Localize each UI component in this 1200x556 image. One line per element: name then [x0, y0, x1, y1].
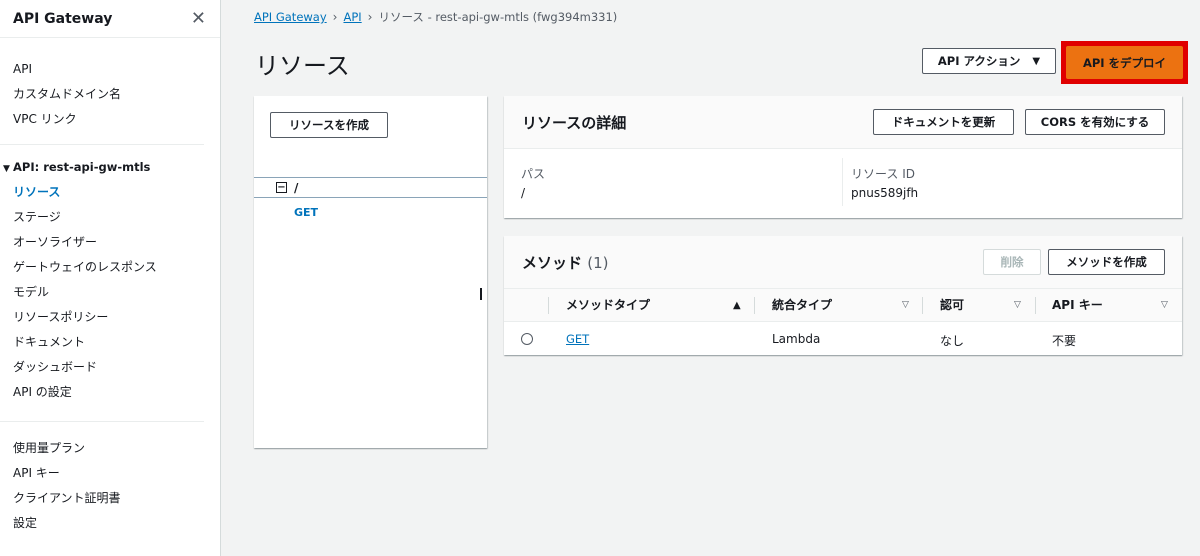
sidebar-item-authorizers[interactable]: オーソライザー	[0, 230, 220, 255]
update-documentation-button[interactable]: ドキュメントを更新	[873, 109, 1014, 135]
page-title: リソース	[255, 52, 350, 80]
panel-resize-handle[interactable]	[480, 288, 482, 300]
resource-details-panel: リソースの詳細 ドキュメントを更新 CORS を有効にする パス / リソース …	[504, 96, 1182, 218]
deploy-api-button[interactable]: API をデプロイ	[1066, 46, 1183, 79]
create-method-button[interactable]: メソッドを作成	[1048, 249, 1165, 275]
create-method-label: メソッドを作成	[1066, 255, 1147, 269]
enable-cors-label: CORS を有効にする	[1040, 115, 1150, 129]
breadcrumb-api[interactable]: API	[343, 10, 361, 24]
sort-icon[interactable]: ▽	[1161, 289, 1168, 322]
path-label: パス	[521, 167, 546, 181]
deploy-highlight: API をデプロイ	[1061, 41, 1188, 84]
caret-down-icon: ▼	[3, 164, 10, 174]
method-get-link[interactable]: GET	[566, 332, 589, 346]
resource-id-label: リソース ID	[851, 167, 915, 181]
caret-down-icon: ▼	[1032, 55, 1041, 67]
chevron-right-icon: ›	[367, 10, 373, 24]
tree-root-path: /	[294, 180, 299, 195]
sidebar-item-api-keys[interactable]: API キー	[0, 461, 220, 486]
sidebar-item-custom-domain[interactable]: カスタムドメイン名	[0, 82, 220, 107]
delete-method-label: 削除	[1000, 255, 1024, 269]
column-divider	[922, 297, 923, 314]
breadcrumb-api-gateway[interactable]: API Gateway	[254, 10, 327, 24]
sidebar-title[interactable]: API Gateway	[13, 11, 112, 27]
sidebar-item-settings[interactable]: 設定	[0, 511, 220, 536]
side-navigation: API Gateway ✕ API カスタムドメイン名 VPC リンク ▼ API…	[0, 0, 221, 556]
methods-table-header: メソッドタイプ ▲ 統合タイプ ▽ 認可 ▽ API キー ▽	[504, 289, 1182, 322]
delete-method-button[interactable]: 削除	[983, 249, 1041, 275]
api-key-cell: 不要	[1052, 334, 1077, 348]
tree-method-get[interactable]: GET	[294, 206, 318, 219]
methods-title-label: メソッド	[522, 254, 583, 272]
column-header-integration-type[interactable]: 統合タイプ	[772, 289, 832, 322]
column-divider	[548, 297, 549, 314]
column-header-method-type[interactable]: メソッドタイプ	[566, 289, 650, 322]
details-title: リソースの詳細	[522, 114, 627, 132]
chevron-right-icon: ›	[332, 10, 338, 24]
sidebar-item-documentation[interactable]: ドキュメント	[0, 330, 220, 355]
methods-title: メソッド (1)	[522, 252, 609, 273]
methods-count: (1)	[587, 254, 609, 272]
path-value: /	[521, 186, 526, 200]
close-icon[interactable]: ✕	[191, 8, 206, 29]
sidebar-api-section-label: API: rest-api-gw-mtls	[13, 160, 151, 174]
breadcrumb: API Gateway › API › リソース - rest-api-gw-m…	[254, 9, 617, 25]
sidebar-item-stages[interactable]: ステージ	[0, 205, 220, 230]
integration-type-cell: Lambda	[772, 332, 821, 346]
column-divider	[1035, 297, 1036, 314]
sort-icon[interactable]: ▽	[902, 289, 909, 322]
sidebar-item-resource-policy[interactable]: リソースポリシー	[0, 305, 220, 330]
method-row-radio[interactable]	[521, 333, 533, 345]
sidebar-item-api[interactable]: API	[0, 57, 220, 82]
sort-ascending-icon[interactable]: ▲	[733, 289, 741, 322]
sidebar-header: API Gateway ✕	[0, 0, 220, 38]
enable-cors-button[interactable]: CORS を有効にする	[1025, 109, 1165, 135]
sidebar-item-api-settings[interactable]: API の設定	[0, 380, 220, 405]
sidebar-item-dashboard[interactable]: ダッシュボード	[0, 355, 220, 380]
create-resource-button[interactable]: リソースを作成	[270, 112, 388, 138]
create-resource-label: リソースを作成	[289, 118, 369, 132]
details-header: リソースの詳細 ドキュメントを更新 CORS を有効にする	[504, 96, 1182, 149]
column-divider	[754, 297, 755, 314]
sort-icon[interactable]: ▽	[1014, 289, 1021, 322]
methods-panel: メソッド (1) 削除 メソッドを作成 メソッドタイプ ▲ 統合タイプ ▽ 認可…	[504, 236, 1182, 355]
api-actions-button[interactable]: API アクション ▼	[922, 48, 1056, 74]
methods-header: メソッド (1) 削除 メソッドを作成	[504, 236, 1182, 289]
sidebar-api-section[interactable]: ▼ API: rest-api-gw-mtls	[0, 155, 220, 180]
sidebar-item-client-certificates[interactable]: クライアント証明書	[0, 486, 220, 511]
api-actions-label: API アクション	[937, 54, 1021, 68]
collapse-icon[interactable]: −	[276, 182, 287, 193]
deploy-api-label: API をデプロイ	[1082, 55, 1167, 70]
column-header-authorization[interactable]: 認可	[940, 289, 964, 322]
resource-tree-panel: リソースを作成 − / GET	[254, 96, 487, 448]
sidebar-item-models[interactable]: モデル	[0, 280, 220, 305]
sidebar-item-resources[interactable]: リソース	[0, 180, 220, 205]
column-header-api-key[interactable]: API キー	[1052, 289, 1103, 322]
breadcrumb-current: リソース - rest-api-gw-mtls (fwg394m331)	[378, 10, 618, 24]
tree-root-resource[interactable]: − /	[254, 177, 487, 198]
sidebar-item-gateway-responses[interactable]: ゲートウェイのレスポンス	[0, 255, 220, 280]
update-documentation-label: ドキュメントを更新	[891, 115, 996, 129]
details-divider	[842, 158, 843, 206]
sidebar-item-vpc-link[interactable]: VPC リンク	[0, 107, 220, 132]
sidebar-item-usage-plans[interactable]: 使用量プラン	[0, 436, 220, 461]
authorization-cell: なし	[940, 334, 965, 348]
resource-id-value: pnus589jfh	[851, 186, 919, 200]
